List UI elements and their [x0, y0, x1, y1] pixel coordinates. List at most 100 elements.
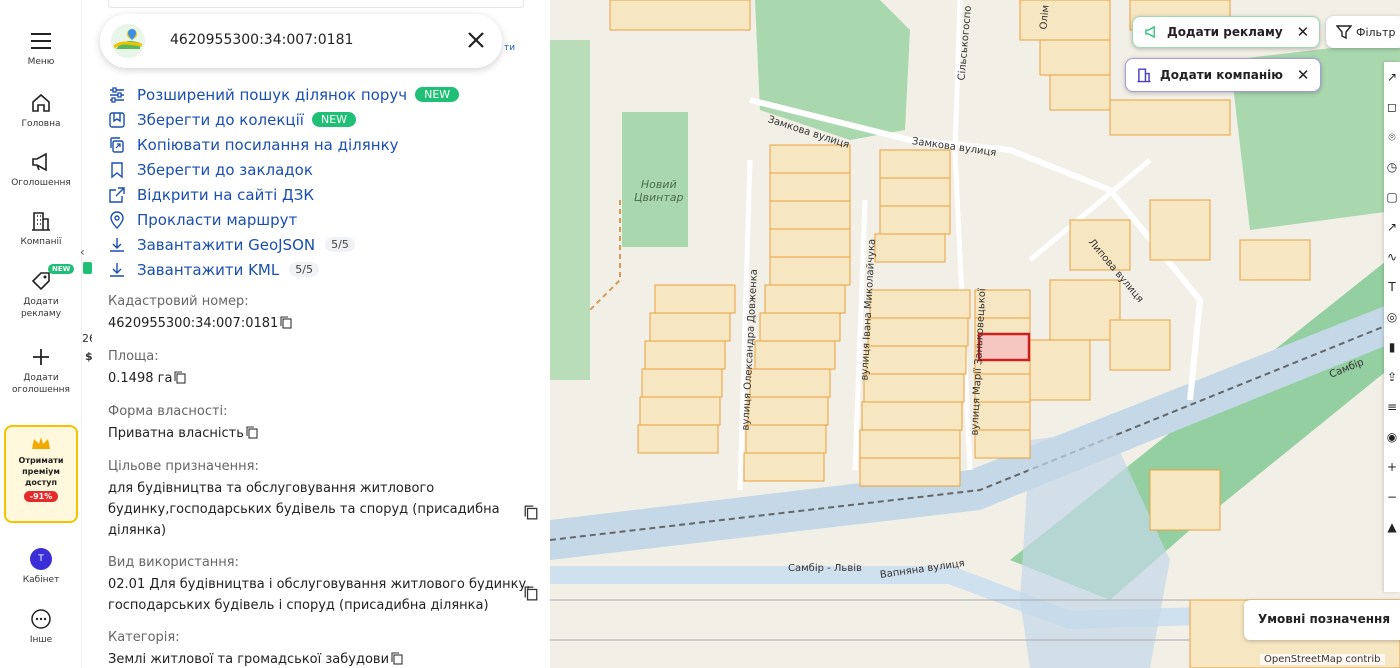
add-company-label: Додати компанію — [1160, 68, 1283, 82]
premium-title: Отримати преміум доступ — [18, 456, 64, 487]
close-icon[interactable]: ✕ — [1297, 23, 1310, 41]
copy-icon[interactable] — [246, 426, 258, 439]
panel-top-frame — [108, 0, 524, 8]
action-bookmark[interactable]: Зберегти до закладок — [108, 157, 459, 182]
action-copy-link-label: Копіювати посилання на ділянку — [137, 135, 399, 154]
area-value: 0.1498 га — [108, 368, 538, 389]
legend-button[interactable]: Умовні позначення › — [1244, 600, 1400, 640]
nav-cabinet-label: Кабінет — [22, 575, 60, 585]
side-link[interactable]: ти — [504, 43, 515, 53]
nav-add-ad-label: Додати рекламу — [20, 297, 62, 319]
polygon-icon[interactable]: ◻ — [1384, 92, 1400, 122]
add-company-button[interactable]: Додати компанію ✕ — [1125, 58, 1321, 92]
trash-icon[interactable]: ▮ — [1384, 332, 1400, 362]
filters-button[interactable]: Фільтр — [1326, 16, 1400, 48]
category-value: Землі житлової та громадської забудови — [108, 649, 538, 668]
action-save-collection-label: Зберегти до колекції — [137, 110, 304, 129]
search-cadastral[interactable]: 4620955300:34:007:0181 — [170, 32, 353, 48]
nav-other-label: Інше — [29, 635, 53, 645]
action-nearby-search[interactable]: Розширений пошук ділянок поруч NEW — [108, 82, 460, 107]
action-route[interactable]: Прокласти маршрут — [108, 207, 459, 232]
nav-ads-label: Оголошення — [11, 178, 71, 188]
download-icon — [110, 262, 124, 277]
measure-line-icon[interactable]: ↗ — [1384, 62, 1400, 92]
download-icon — [110, 237, 124, 252]
copy-icon[interactable] — [174, 371, 186, 384]
add-ad-button[interactable]: Додати рекламу ✕ — [1132, 16, 1321, 48]
sliders-icon — [110, 86, 124, 103]
nav-menu-label: Меню — [27, 57, 55, 67]
pin-icon[interactable]: ⌾ — [1384, 122, 1400, 152]
map-toolbar: ↗ ◻ ⌾ ◷ ▢ ↗ ∿ T ◎ ▮ ⇪ ≡ ◉ + − ▲ — [1384, 62, 1400, 592]
compass-icon[interactable]: ▲ — [1384, 512, 1400, 542]
action-download-geojson[interactable]: Завантажити GeoJSON 5/5 — [108, 232, 459, 257]
download-count: 5/5 — [325, 237, 355, 252]
megaphone-icon — [32, 152, 47, 172]
legend-label: Умовні позначення — [1258, 612, 1391, 626]
purpose-line-2: будинку,господарських будівель та споруд… — [108, 502, 500, 517]
external-link-icon — [109, 186, 125, 203]
building-icon — [1137, 68, 1151, 83]
copy-icon[interactable] — [280, 316, 292, 329]
nav-add-listing[interactable]: Додати оголошення — [0, 346, 82, 396]
more-icon — [31, 609, 51, 629]
arrow-icon[interactable]: ↗ — [1384, 212, 1400, 242]
area-number: 0.1498 га — [108, 371, 173, 386]
close-icon[interactable] — [464, 28, 488, 52]
map-attribution[interactable]: OpenStreetMap contrib — [1260, 654, 1385, 665]
close-icon[interactable]: ✕ — [1297, 66, 1310, 84]
collapse-panel-icon[interactable]: ‹ — [80, 245, 85, 259]
selected-parcel[interactable] — [977, 332, 1031, 362]
upload-icon[interactable]: ⇪ — [1384, 362, 1400, 392]
action-save-collection[interactable]: Зберегти до колекції NEW — [108, 107, 459, 132]
map-view[interactable]: Замкова вулиця Замкова вулиця Сільського… — [550, 0, 1400, 668]
action-open-dzk[interactable]: Відкрити на сайті ДЗК — [108, 182, 459, 207]
nav-menu[interactable]: Меню — [0, 30, 82, 68]
zoom-in-icon[interactable]: + — [1384, 452, 1400, 482]
new-badge: NEW — [415, 87, 460, 102]
parcel-panel: ти 4620955300:34:007:0181 Розширений пош… — [92, 0, 550, 668]
action-download-kml[interactable]: Завантажити KML 5/5 — [108, 257, 459, 282]
premium-card[interactable]: Отримати преміум доступ -91% — [4, 425, 78, 523]
ownership-label: Форма власності: — [108, 404, 228, 419]
location-pin-icon — [110, 210, 124, 229]
megaphone-icon — [1145, 25, 1155, 39]
usage-line-1: 02.01 Для будівництва і обслуговування ж… — [108, 577, 531, 592]
nav-companies[interactable]: Компанії — [0, 210, 82, 248]
nav-home[interactable]: Головна — [0, 92, 82, 130]
copy-icon[interactable] — [524, 505, 538, 520]
parcel-fields: Кадастровий номер: 4620955300:34:007:018… — [108, 294, 538, 668]
home-icon — [32, 93, 50, 112]
copy-link-icon — [110, 136, 124, 153]
target-icon[interactable]: ◎ — [1384, 302, 1400, 332]
purpose-label: Цільове призначення: — [108, 459, 259, 474]
copy-icon[interactable] — [391, 652, 403, 665]
filters-label: Фільтр — [1356, 25, 1396, 39]
nav-ads[interactable]: Оголошення — [0, 151, 82, 189]
wave-icon[interactable]: ∿ — [1384, 242, 1400, 272]
place-label-line: Цвинтар — [634, 191, 684, 204]
street-label: Самбір - Львів — [788, 563, 862, 574]
action-copy-link[interactable]: Копіювати посилання на ділянку — [108, 132, 459, 157]
chevron-right-icon: › — [1384, 611, 1389, 625]
search-card: 4620955300:34:007:0181 — [100, 14, 502, 68]
edge-chip — [83, 262, 92, 274]
clock-icon[interactable]: ◷ — [1384, 152, 1400, 182]
green-area — [550, 40, 590, 380]
text-icon[interactable]: T — [1384, 272, 1400, 302]
copy-icon[interactable] — [524, 586, 538, 601]
nav-add-ad[interactable]: NEW Додати рекламу — [0, 264, 82, 320]
nav-other[interactable]: Інше — [0, 608, 82, 646]
filter-icon — [1336, 25, 1352, 40]
nav-cabinet[interactable]: Т Кабінет — [0, 548, 82, 586]
zoom-out-icon[interactable]: − — [1384, 482, 1400, 512]
layers-icon[interactable]: ≡ — [1384, 392, 1400, 422]
avatar: Т — [30, 548, 52, 570]
purpose-line-1: для будівництва та обслуговування житлов… — [108, 481, 435, 496]
eye-icon[interactable]: ◉ — [1384, 422, 1400, 452]
street-label: Олім — [1038, 4, 1052, 30]
app-root: Меню Головна Оголошення Компанії NEW Дод… — [0, 0, 1400, 668]
action-bookmark-label: Зберегти до закладок — [137, 160, 313, 179]
action-list: Розширений пошук ділянок поруч NEW Збере… — [108, 82, 460, 282]
square-icon[interactable]: ▢ — [1384, 182, 1400, 212]
